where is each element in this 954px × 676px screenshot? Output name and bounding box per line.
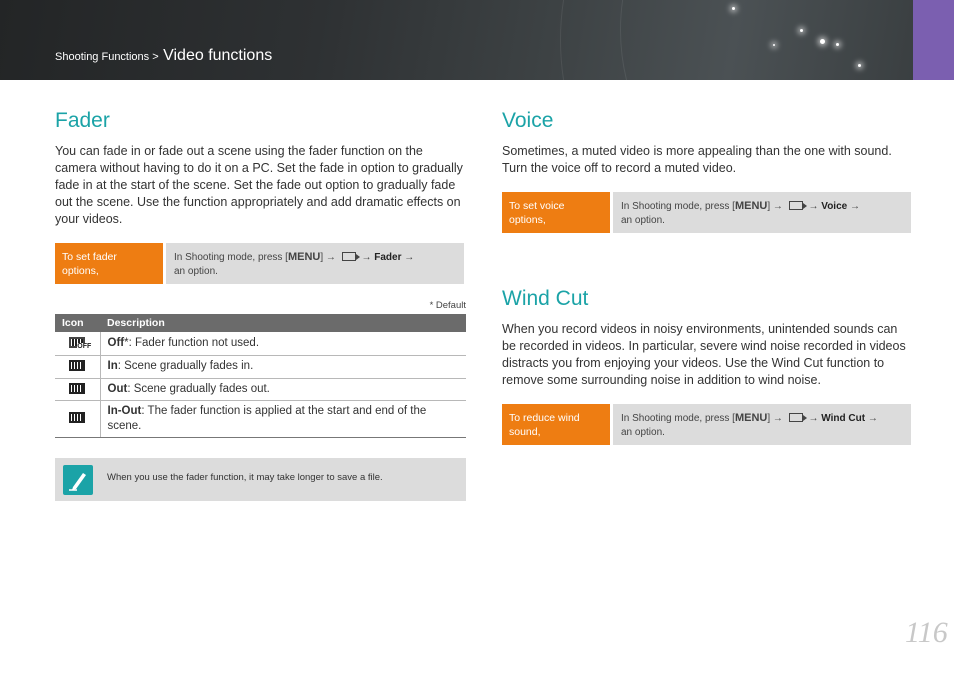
default-note: * Default — [429, 300, 466, 311]
table-header-description: Description — [100, 314, 466, 332]
step-target: Voice — [821, 201, 848, 212]
table-row: OFF Off*: Fader function not used. — [55, 332, 466, 356]
table-header-row: Icon Description — [55, 314, 466, 332]
table-row: In: Scene gradually fades in. — [55, 355, 466, 379]
step-prefix: In Shooting mode, press [ — [621, 201, 735, 212]
table-row: In-Out: The fader function is applied at… — [55, 400, 466, 438]
step-prefix: In Shooting mode, press [ — [174, 252, 288, 263]
breadcrumb-current: Video functions — [163, 47, 273, 64]
wind-cut-description: When you record videos in noisy environm… — [502, 322, 906, 387]
fader-off-icon: OFF — [69, 337, 92, 351]
decorative-arc — [620, 0, 913, 80]
page-number: 116 — [905, 616, 948, 649]
row-term: Off — [107, 336, 125, 349]
header-banner: Shooting Functions > Video functions — [0, 0, 913, 80]
step-arrow: → — [808, 201, 819, 212]
table-row: Out: Scene gradually fades out. — [55, 378, 466, 401]
sparkle — [820, 39, 825, 44]
fader-options-table: Icon Description OFF Off*: Fader functio… — [55, 314, 466, 438]
fader-in-out-icon — [69, 412, 86, 424]
fader-title: Fader — [55, 109, 110, 132]
step-end: an option. — [174, 266, 218, 277]
step-suffix: → — [404, 252, 415, 263]
video-camera-icon — [341, 252, 360, 261]
sparkle — [836, 43, 839, 46]
video-camera-icon — [788, 201, 807, 210]
voice-title: Voice — [502, 109, 554, 132]
row-term: Out — [107, 382, 128, 395]
step-mid: ] → — [767, 201, 783, 212]
fader-step-instructions: In Shooting mode, press [MENU] → → Fader… — [166, 243, 464, 284]
step-suffix: → — [849, 201, 860, 212]
fader-description: You can fade in or fade out a scene usin… — [55, 144, 463, 226]
sparkle — [773, 44, 775, 46]
pen-note-icon — [63, 465, 93, 495]
step-mid: ] → — [767, 413, 783, 424]
voice-description: Sometimes, a muted video is more appeali… — [502, 144, 892, 175]
table-header-icon: Icon — [55, 314, 100, 332]
header-accent-tab — [913, 0, 954, 80]
step-suffix: → — [867, 413, 878, 424]
row-text: : Fader function not used. — [128, 336, 260, 349]
row-text: : Scene gradually fades in. — [117, 360, 254, 372]
menu-key: MENU — [287, 251, 321, 263]
menu-key: MENU — [734, 200, 768, 212]
step-target: Wind Cut — [821, 413, 866, 424]
wind-cut-title: Wind Cut — [502, 287, 589, 310]
sparkle — [858, 64, 861, 67]
note-box: When you use the fader function, it may … — [55, 458, 466, 501]
voice-step-label: To set voice options, — [502, 192, 610, 233]
breadcrumb-parent[interactable]: Shooting Functions > — [55, 51, 159, 63]
breadcrumb: Shooting Functions > Video functions — [55, 47, 272, 65]
note-text: When you use the fader function, it may … — [107, 472, 383, 483]
step-end: an option. — [621, 215, 665, 226]
step-arrow: → — [361, 252, 372, 263]
sparkle — [732, 7, 735, 10]
row-text: : The fader function is applied at the s… — [107, 404, 427, 432]
sparkle — [800, 29, 803, 32]
row-text: : Scene gradually fades out. — [127, 382, 270, 395]
fader-out-icon — [69, 382, 86, 394]
row-term: In — [107, 360, 118, 372]
step-end: an option. — [621, 427, 665, 438]
step-prefix: In Shooting mode, press [ — [621, 413, 735, 424]
menu-key: MENU — [734, 412, 768, 424]
fader-step-label: To set fader options, — [55, 243, 163, 284]
video-camera-icon — [788, 413, 807, 422]
row-term: In-Out — [107, 404, 142, 417]
fader-in-icon — [69, 360, 86, 372]
wind-cut-step-label: To reduce wind sound, — [502, 404, 610, 445]
step-target: Fader — [374, 252, 402, 263]
voice-step-instructions: In Shooting mode, press [MENU] → → Voice… — [613, 192, 911, 233]
step-arrow: → — [808, 413, 819, 424]
step-mid: ] → — [320, 252, 336, 263]
wind-cut-step-instructions: In Shooting mode, press [MENU] → → Wind … — [613, 404, 911, 445]
